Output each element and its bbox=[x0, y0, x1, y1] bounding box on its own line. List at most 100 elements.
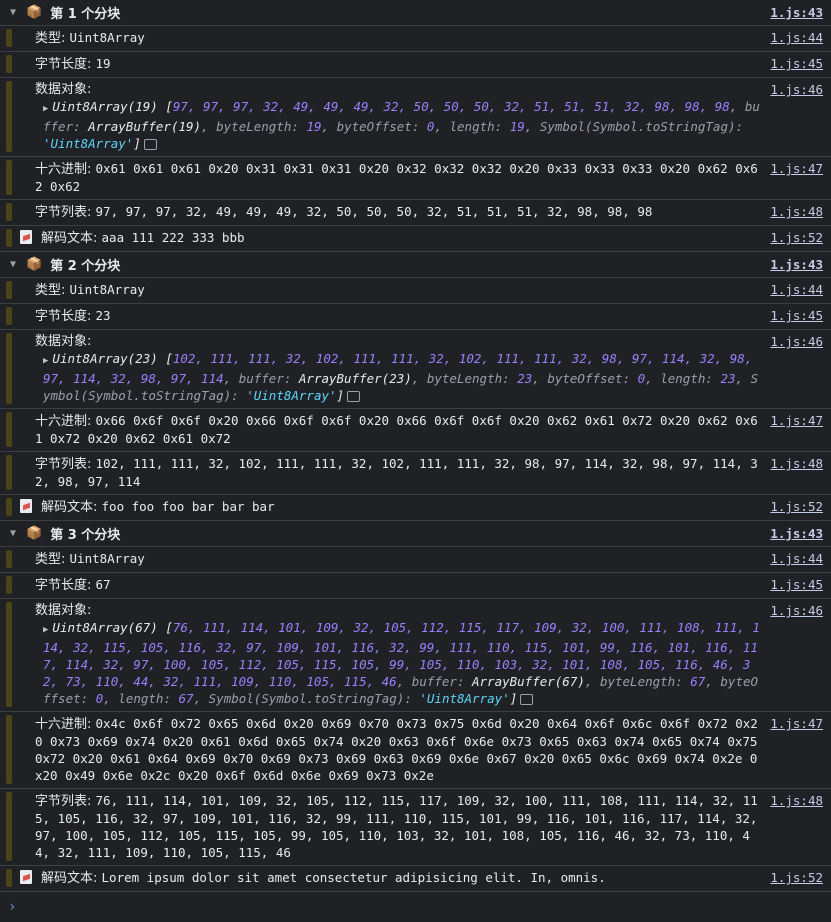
source-link[interactable]: 1.js:47 bbox=[770, 715, 823, 784]
object-info-icon[interactable] bbox=[520, 694, 534, 705]
decoded-value: Lorem ipsum dolor sit amet consectetur a… bbox=[101, 870, 606, 885]
expand-triangle-icon[interactable]: ▶ bbox=[43, 104, 48, 114]
length-value: 23 bbox=[95, 308, 111, 323]
source-link[interactable]: 1.js:43 bbox=[770, 526, 823, 541]
decoded-label: 解码文本: bbox=[41, 871, 102, 886]
log-row-type: 类型: Uint8Array 1.js:44 bbox=[0, 26, 831, 52]
object-label: 数据对象: bbox=[35, 603, 92, 618]
object-buffer: ArrayBuffer(23) bbox=[298, 371, 412, 386]
source-link[interactable]: 1.js:46 bbox=[770, 602, 823, 707]
bytes-label: 字节列表: bbox=[35, 794, 96, 809]
log-row-object: 数据对象: ▶ Uint8Array(19) [97, 97, 97, 32, 4… bbox=[0, 78, 831, 157]
object-name: Uint8Array(23) bbox=[52, 351, 158, 366]
log-row-hex: 十六进制: 0x61 0x61 0x61 0x20 0x31 0x31 0x31… bbox=[0, 157, 831, 200]
group-indent-bar bbox=[6, 160, 12, 195]
log-row-decoded: 解码文本: aaa 111 222 333 bbb 1.js:52 bbox=[0, 226, 831, 252]
collapse-triangle-icon[interactable]: ▼ bbox=[6, 259, 20, 270]
decoded-label: 解码文本: bbox=[41, 231, 102, 246]
length-value: 19 bbox=[95, 56, 111, 71]
log-row-hex: 十六进制: 0x66 0x6f 0x6f 0x20 0x66 0x6f 0x6f… bbox=[0, 409, 831, 452]
length-label: 字节长度: bbox=[35, 309, 96, 324]
source-link[interactable]: 1.js:44 bbox=[770, 281, 823, 299]
source-link[interactable]: 1.js:47 bbox=[770, 160, 823, 195]
source-link[interactable]: 1.js:44 bbox=[770, 550, 823, 568]
log-row-type: 类型: Uint8Array 1.js:44 bbox=[0, 547, 831, 573]
object-info-icon[interactable] bbox=[347, 391, 361, 402]
memo-icon bbox=[20, 870, 32, 884]
devtools-console: ▼ 📦 第 1 个分块 1.js:43 类型: Uint8Array 1.js:… bbox=[0, 0, 831, 922]
source-link[interactable]: 1.js:48 bbox=[770, 455, 823, 490]
length-label: 字节长度: bbox=[35, 57, 96, 72]
object-buffer: ArrayBuffer(19) bbox=[88, 119, 202, 134]
bytes-value: 76, 111, 114, 101, 109, 32, 105, 112, 11… bbox=[35, 793, 758, 860]
source-link[interactable]: 1.js:47 bbox=[770, 412, 823, 447]
group-title: 第 2 个分块 bbox=[50, 259, 121, 274]
type-label: 类型: bbox=[35, 552, 70, 567]
log-row-bytes: 字节列表: 102, 111, 111, 32, 102, 111, 111, … bbox=[0, 452, 831, 495]
package-box-icon: 📦 bbox=[26, 257, 43, 272]
group-indent-bar bbox=[6, 29, 12, 47]
source-link[interactable]: 1.js:52 bbox=[770, 498, 823, 516]
hex-value: 0x4c 0x6f 0x72 0x65 0x6d 0x20 0x69 0x70 … bbox=[35, 716, 758, 783]
type-value: Uint8Array bbox=[69, 30, 145, 45]
type-label: 类型: bbox=[35, 31, 70, 46]
expand-triangle-icon[interactable]: ▶ bbox=[43, 356, 48, 366]
console-group-header[interactable]: ▼ 📦 第 2 个分块 1.js:43 bbox=[0, 252, 831, 278]
group-title: 第 1 个分块 bbox=[50, 7, 121, 22]
source-link[interactable]: 1.js:45 bbox=[770, 307, 823, 325]
source-link[interactable]: 1.js:45 bbox=[770, 55, 823, 73]
source-link[interactable]: 1.js:46 bbox=[770, 333, 823, 404]
collapse-triangle-icon[interactable]: ▼ bbox=[6, 7, 20, 18]
group-indent-bar bbox=[6, 550, 12, 568]
log-row-length: 字节长度: 67 1.js:45 bbox=[0, 573, 831, 599]
expand-triangle-icon[interactable]: ▶ bbox=[43, 625, 48, 635]
source-link[interactable]: 1.js:52 bbox=[770, 869, 823, 887]
memo-icon bbox=[20, 230, 32, 244]
source-link[interactable]: 1.js:43 bbox=[770, 257, 823, 272]
decoded-value: aaa 111 222 333 bbb bbox=[101, 230, 245, 245]
group-indent-bar bbox=[6, 715, 12, 784]
object-preview[interactable]: ▶ Uint8Array(23) [102, 111, 111, 32, 102,… bbox=[35, 350, 762, 404]
hex-label: 十六进制: bbox=[35, 414, 96, 429]
hex-label: 十六进制: bbox=[35, 162, 96, 177]
hex-value: 0x61 0x61 0x61 0x20 0x31 0x31 0x31 0x20 … bbox=[35, 161, 758, 194]
type-value: Uint8Array bbox=[69, 551, 145, 566]
console-group-header[interactable]: ▼ 📦 第 3 个分块 1.js:43 bbox=[0, 521, 831, 547]
source-link[interactable]: 1.js:48 bbox=[770, 792, 823, 861]
object-preview[interactable]: ▶ Uint8Array(67) [76, 111, 114, 101, 109,… bbox=[35, 619, 762, 707]
log-row-type: 类型: Uint8Array 1.js:44 bbox=[0, 278, 831, 304]
group-indent-bar bbox=[6, 81, 12, 152]
bytes-label: 字节列表: bbox=[35, 205, 96, 220]
collapse-triangle-icon[interactable]: ▼ bbox=[6, 528, 20, 539]
memo-icon bbox=[20, 499, 32, 513]
group-indent-bar bbox=[6, 576, 12, 594]
decoded-label: 解码文本: bbox=[41, 500, 102, 515]
group-indent-bar bbox=[6, 281, 12, 299]
console-prompt[interactable]: › bbox=[0, 892, 831, 922]
source-link[interactable]: 1.js:52 bbox=[770, 229, 823, 247]
object-info-icon[interactable] bbox=[143, 139, 157, 150]
type-label: 类型: bbox=[35, 283, 70, 298]
group-indent-bar bbox=[6, 333, 12, 404]
bytes-value: 102, 111, 111, 32, 102, 111, 111, 32, 10… bbox=[35, 456, 758, 489]
source-link[interactable]: 1.js:44 bbox=[770, 29, 823, 47]
group-indent-bar bbox=[6, 792, 12, 861]
source-link[interactable]: 1.js:46 bbox=[770, 81, 823, 152]
log-row-decoded: 解码文本: foo foo foo bar bar bar 1.js:52 bbox=[0, 495, 831, 521]
console-group-header[interactable]: ▼ 📦 第 1 个分块 1.js:43 bbox=[0, 0, 831, 26]
object-values: 97, 97, 97, 32, 49, 49, 49, 32, 50, 50, … bbox=[172, 99, 730, 114]
source-link[interactable]: 1.js:48 bbox=[770, 203, 823, 221]
object-name: Uint8Array(67) bbox=[52, 620, 158, 635]
hex-value: 0x66 0x6f 0x6f 0x20 0x66 0x6f 0x6f 0x20 … bbox=[35, 413, 758, 446]
source-link[interactable]: 1.js:45 bbox=[770, 576, 823, 594]
type-value: Uint8Array bbox=[69, 282, 145, 297]
bytes-value: 97, 97, 97, 32, 49, 49, 49, 32, 50, 50, … bbox=[95, 204, 653, 219]
group-indent-bar bbox=[6, 55, 12, 73]
package-box-icon: 📦 bbox=[26, 526, 43, 541]
log-row-hex: 十六进制: 0x4c 0x6f 0x72 0x65 0x6d 0x20 0x69… bbox=[0, 712, 831, 789]
source-link[interactable]: 1.js:43 bbox=[770, 5, 823, 20]
length-label: 字节长度: bbox=[35, 578, 96, 593]
object-preview[interactable]: ▶ Uint8Array(19) [97, 97, 97, 32, 49, 49,… bbox=[35, 98, 762, 152]
decoded-value: foo foo foo bar bar bar bbox=[101, 499, 275, 514]
package-box-icon: 📦 bbox=[26, 5, 43, 20]
